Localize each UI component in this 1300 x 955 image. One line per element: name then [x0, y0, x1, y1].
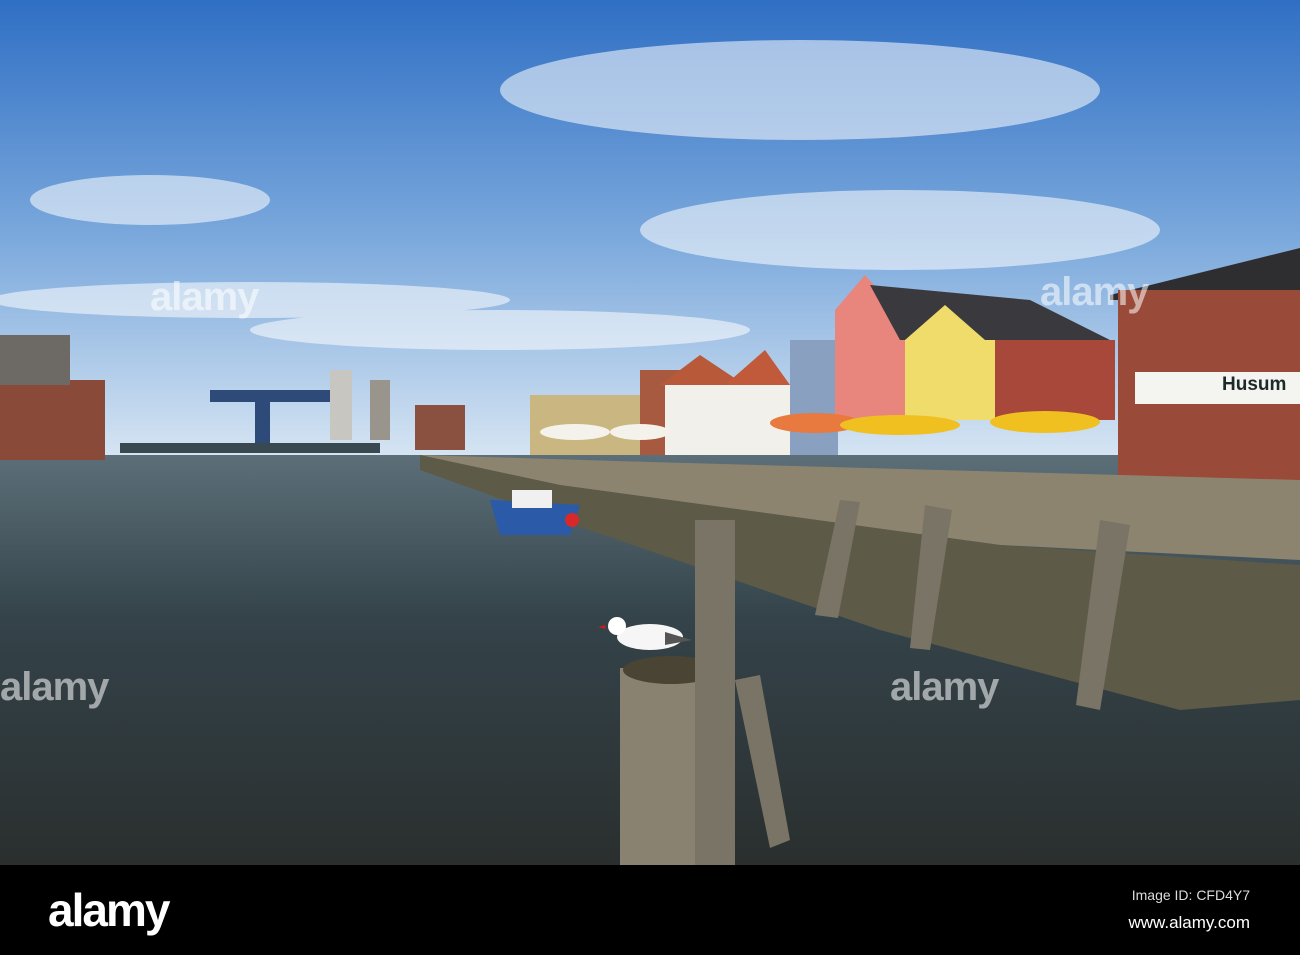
watermark: alamy — [0, 665, 109, 709]
husum-sign: Husum — [1222, 374, 1287, 395]
harbor-photo: Husum alamy Image ID: CFD4Y7 www.alamy.c… — [0, 0, 1300, 955]
alamy-logo: alamy — [48, 884, 170, 936]
harbor-scene — [0, 0, 1300, 865]
website-link: www.alamy.com — [1128, 913, 1250, 932]
watermark: alamy — [890, 665, 999, 709]
footer-bar: alamy Image ID: CFD4Y7 www.alamy.com — [0, 865, 1300, 955]
watermark: alamy — [1040, 270, 1149, 314]
image-id: Image ID: CFD4Y7 — [1131, 887, 1250, 903]
watermark: alamy — [150, 275, 259, 319]
